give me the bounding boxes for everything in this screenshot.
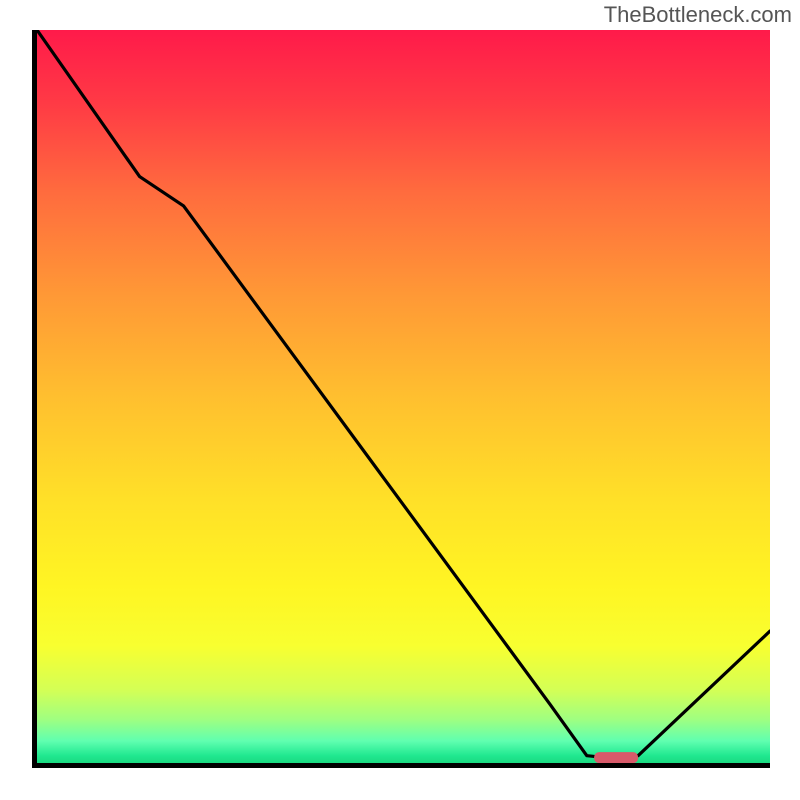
chart-svg: [37, 30, 770, 763]
bottleneck-curve-line: [37, 30, 770, 759]
plot-area: [32, 30, 770, 768]
watermark-text: TheBottleneck.com: [604, 2, 792, 28]
optimal-marker: [594, 752, 638, 763]
